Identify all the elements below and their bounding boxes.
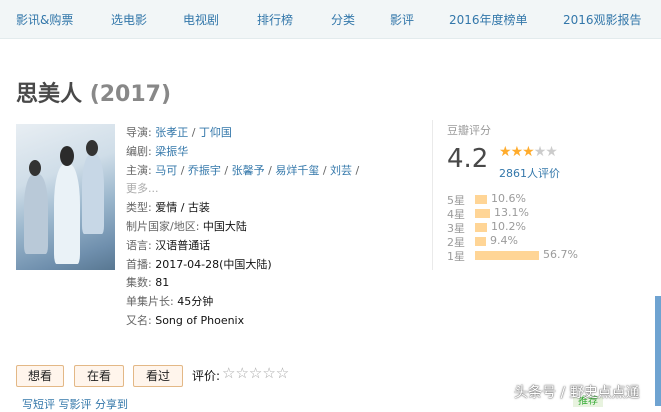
poster-image[interactable] xyxy=(16,124,115,270)
rating-dist-pct: 56.7% xyxy=(543,248,578,261)
half-star-icon: ★ xyxy=(522,144,535,160)
director-row: 导演: 张孝正 / 丁仰国 xyxy=(126,126,232,139)
rating-dist-bar xyxy=(475,209,490,218)
star-icon: ★ xyxy=(510,144,524,160)
aka-value: Song of Phoenix xyxy=(155,313,245,327)
rating-dist-pct: 13.1% xyxy=(494,206,529,219)
cast-link[interactable]: 马可 xyxy=(155,164,177,177)
director-label: 导演: xyxy=(126,126,152,139)
writer-row: 编剧: 梁振华 xyxy=(126,143,359,162)
director-link[interactable]: 丁仰国 xyxy=(199,126,232,139)
genre-row: 类型: 爱情 / 古装 xyxy=(126,199,359,218)
star-empty-icon: ★ xyxy=(533,144,547,160)
rating-score: 4.2 xyxy=(447,144,489,174)
rating-dist-bar xyxy=(475,237,486,246)
watermark-text: 头条号 / 野史点点通 xyxy=(514,385,640,401)
more-row: 更多... xyxy=(126,180,359,199)
cast-link[interactable]: 刘芸 xyxy=(330,164,352,177)
writer-label: 编剧: xyxy=(126,144,152,158)
star-icon: ★ xyxy=(499,144,512,160)
rating-dist-label: 1星 xyxy=(447,250,465,263)
rating-dist-pct: 9.4% xyxy=(490,234,518,247)
rating-dist-bar xyxy=(475,195,487,204)
runtime-label: 单集片长: xyxy=(126,295,174,309)
rate-label: 评价: xyxy=(192,369,221,383)
premiere-label: 首播: xyxy=(126,257,152,271)
movie-info: 导演: 张孝正 / 丁仰国 编剧: 梁振华 主演: 马可 / 乔振宇 / 张馨予… xyxy=(126,124,359,331)
country-row: 制片国家/地区: 中国大陆 xyxy=(126,218,359,237)
genre-value: 爱情 / 古装 xyxy=(155,201,210,215)
nav-item-movies[interactable]: 选电影 xyxy=(111,11,147,28)
premiere-value: 2017-04-28(中国大陆) xyxy=(155,257,272,271)
aka-label: 又名: xyxy=(126,313,152,327)
cast-link[interactable]: 乔振宇 xyxy=(188,164,221,177)
nav-item-2016-annual-list[interactable]: 2016年度榜单 xyxy=(449,11,528,28)
runtime-row: 单集片长: 45分钟 xyxy=(126,293,359,312)
rating-dist-pct: 10.6% xyxy=(491,192,526,205)
want-to-watch-button[interactable]: 想看 xyxy=(16,365,64,387)
more-cast-link[interactable]: 更多... xyxy=(126,182,159,195)
page-title: 思美人 (2017) xyxy=(16,76,171,108)
nav-item-tv[interactable]: 电视剧 xyxy=(183,11,219,28)
rating-panel: 豆瓣评分 4.2 ★★★★★ 2861人评价 5星 10.6% 4星 13.1% 3星 1… xyxy=(432,120,607,270)
rating-count-link[interactable]: 2861人评价 xyxy=(499,165,560,181)
bottom-links[interactable]: 写短评 写影评 分享到 xyxy=(22,396,128,412)
rating-dist-bar xyxy=(475,223,487,232)
country-label: 制片国家/地区: xyxy=(126,219,200,233)
nav-item-2016-report[interactable]: 2016观影报告 xyxy=(563,11,642,28)
cast-label: 主演: xyxy=(126,163,152,177)
cast-link[interactable]: 易烊千玺 xyxy=(275,164,319,177)
nav-item-reviews[interactable]: 影评 xyxy=(390,11,414,28)
side-stripe xyxy=(655,296,661,406)
rating-header: 豆瓣评分 xyxy=(447,124,491,137)
rating-stars: ★★★★★ xyxy=(499,144,558,160)
genre-label: 类型: xyxy=(126,201,152,215)
premiere-row: 首播: 2017-04-28(中国大陆) xyxy=(126,256,359,275)
nav-item-categories[interactable]: 分类 xyxy=(331,11,355,28)
nav-item-tickets[interactable]: 影讯&购票 xyxy=(16,11,73,28)
movie-year: (2017) xyxy=(89,82,172,107)
nav-item-charts[interactable]: 排行榜 xyxy=(257,11,293,28)
rate-stars-input[interactable]: ☆☆☆☆☆ xyxy=(222,364,289,382)
runtime-value: 45分钟 xyxy=(177,295,214,309)
episodes-label: 集数: xyxy=(126,276,152,290)
movie-title: 思美人 xyxy=(16,82,83,107)
language-label: 语言: xyxy=(126,238,152,252)
episodes-value: 81 xyxy=(155,276,170,290)
country-value: 中国大陆 xyxy=(202,219,247,233)
watched-button[interactable]: 看过 xyxy=(133,365,183,387)
language-row: 语言: 汉语普通话 xyxy=(126,237,359,256)
language-value: 汉语普通话 xyxy=(155,238,211,252)
rating-dist-bar xyxy=(475,251,539,260)
writer-link[interactable]: 梁振华 xyxy=(155,145,188,158)
watching-button[interactable]: 在看 xyxy=(74,365,124,387)
episodes-row: 集数: 81 xyxy=(126,274,359,293)
director-link[interactable]: 张孝正 xyxy=(155,126,188,139)
rating-dist-pct: 10.2% xyxy=(491,220,526,233)
aka-row: 又名: Song of Phoenix xyxy=(126,312,359,331)
cast-link[interactable]: 张馨予 xyxy=(232,164,265,177)
star-empty-icon: ★ xyxy=(545,144,558,160)
top-nav: 影讯&购票 选电影 电视剧 排行榜 分类 影评 2016年度榜单 2016观影报… xyxy=(0,0,661,39)
cast-row: 主演: 马可 / 乔振宇 / 张馨予 / 易烊千玺 / 刘芸 / xyxy=(126,163,360,177)
